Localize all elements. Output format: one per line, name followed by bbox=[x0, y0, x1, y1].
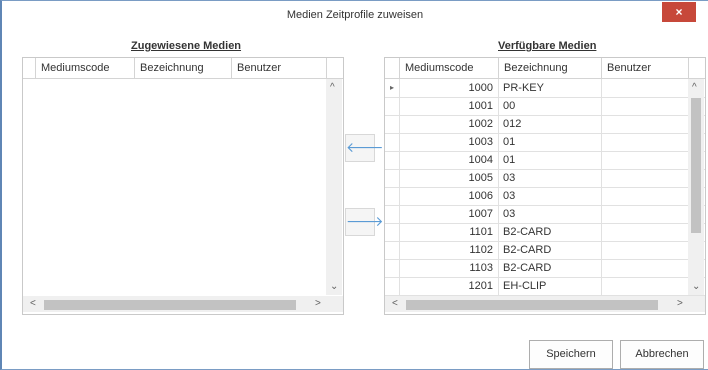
scroll-down-icon[interactable]: ⌄ bbox=[692, 281, 700, 293]
dialog-window: Medien Zeitprofile zuweisen × Zugewiesen… bbox=[0, 0, 708, 370]
cell-benutzer[interactable] bbox=[601, 205, 688, 223]
cell-mediumscode[interactable]: 1007 bbox=[399, 205, 498, 223]
move-to-assigned-button[interactable]: 🡐 bbox=[345, 134, 384, 162]
scroll-up-icon[interactable]: ^ bbox=[692, 82, 697, 94]
cell-bezeichnung[interactable]: B2-CARD bbox=[498, 259, 601, 277]
column-header-user[interactable]: Benutzer bbox=[231, 58, 326, 78]
row-selector[interactable] bbox=[385, 259, 399, 277]
assigned-media-title: Zugewiesene Medien bbox=[131, 40, 242, 52]
cancel-button[interactable]: Abbrechen bbox=[620, 340, 704, 369]
cell-bezeichnung[interactable]: 00 bbox=[498, 97, 601, 115]
cell-mediumscode[interactable]: 1005 bbox=[399, 169, 498, 187]
table-row[interactable]: 1101 B2-CARD bbox=[385, 223, 705, 242]
title-bar: Medien Zeitprofile zuweisen × bbox=[2, 1, 708, 29]
table-row[interactable]: ▸ 1000 PR-KEY bbox=[385, 79, 705, 98]
table-row[interactable]: 1003 01 bbox=[385, 133, 705, 152]
cell-bezeichnung[interactable]: PR-KEY bbox=[498, 79, 601, 97]
cell-bezeichnung[interactable]: 012 bbox=[498, 115, 601, 133]
table-row[interactable]: 1201 EH-CLIP bbox=[385, 277, 705, 296]
cell-mediumscode[interactable]: 1201 bbox=[399, 277, 498, 295]
arrow-left-icon: 🡐 bbox=[346, 139, 384, 155]
row-selector[interactable] bbox=[385, 115, 399, 133]
window-title: Medien Zeitprofile zuweisen bbox=[286, 9, 424, 21]
table-row[interactable]: 1103 B2-CARD bbox=[385, 259, 705, 278]
table-row[interactable]: 1006 03 bbox=[385, 187, 705, 206]
cell-mediumscode[interactable]: 1000 bbox=[399, 79, 498, 97]
cell-bezeichnung[interactable]: B2-CARD bbox=[498, 223, 601, 241]
scroll-up-icon[interactable]: ^ bbox=[330, 82, 335, 94]
scroll-left-icon[interactable]: < bbox=[30, 298, 36, 310]
cell-bezeichnung[interactable]: 01 bbox=[498, 151, 601, 169]
cell-bezeichnung[interactable]: 01 bbox=[498, 133, 601, 151]
cell-benutzer[interactable] bbox=[601, 133, 688, 151]
row-selector-arrow-icon[interactable]: ▸ bbox=[385, 79, 399, 97]
row-selector[interactable] bbox=[385, 187, 399, 205]
cell-benutzer[interactable] bbox=[601, 223, 688, 241]
cell-benutzer[interactable] bbox=[601, 277, 688, 295]
cell-mediumscode[interactable]: 1004 bbox=[399, 151, 498, 169]
row-selector[interactable] bbox=[385, 97, 399, 115]
horizontal-scroll-thumb[interactable] bbox=[44, 300, 296, 310]
table-row[interactable]: 1004 01 bbox=[385, 151, 705, 170]
table-row[interactable]: 1007 03 bbox=[385, 205, 705, 224]
cell-bezeichnung[interactable]: 03 bbox=[498, 187, 601, 205]
cell-benutzer[interactable] bbox=[601, 187, 688, 205]
cell-benutzer[interactable] bbox=[601, 115, 688, 133]
available-media-grid[interactable]: Mediumscode Bezeichnung Benutzer ▸ 1000 PR… bbox=[384, 57, 706, 315]
close-button[interactable]: × bbox=[662, 2, 696, 22]
row-selector[interactable] bbox=[385, 151, 399, 169]
cell-mediumscode[interactable]: 1001 bbox=[399, 97, 498, 115]
table-row[interactable]: 1102 B2-CARD bbox=[385, 241, 705, 260]
cell-bezeichnung[interactable]: EH-CLIP bbox=[498, 277, 601, 295]
cell-mediumscode[interactable]: 1103 bbox=[399, 259, 498, 277]
save-button[interactable]: Speichern bbox=[529, 340, 613, 369]
row-selector[interactable] bbox=[385, 277, 399, 295]
scroll-left-icon[interactable]: < bbox=[392, 298, 398, 310]
scroll-right-icon[interactable]: > bbox=[677, 298, 683, 310]
column-header-spacer bbox=[326, 58, 343, 78]
table-row[interactable]: 1001 00 bbox=[385, 97, 705, 116]
row-selector[interactable] bbox=[385, 133, 399, 151]
vertical-scrollbar[interactable]: ^ ⌄ bbox=[326, 79, 342, 295]
row-selector[interactable] bbox=[385, 223, 399, 241]
cell-benutzer[interactable] bbox=[601, 169, 688, 187]
horizontal-scroll-thumb[interactable] bbox=[406, 300, 658, 310]
row-selector[interactable] bbox=[385, 241, 399, 259]
cell-bezeichnung[interactable]: 03 bbox=[498, 205, 601, 223]
move-to-available-button[interactable]: 🡒 bbox=[345, 208, 384, 236]
column-header-spacer bbox=[688, 58, 705, 78]
arrow-right-icon: 🡒 bbox=[346, 213, 384, 229]
column-header-code[interactable]: Mediumscode bbox=[35, 58, 134, 78]
column-header-name[interactable]: Bezeichnung bbox=[498, 58, 601, 78]
grid-header: Mediumscode Bezeichnung Benutzer bbox=[23, 58, 343, 79]
cell-benutzer[interactable] bbox=[601, 241, 688, 259]
cell-mediumscode[interactable]: 1002 bbox=[399, 115, 498, 133]
vertical-scrollbar[interactable]: ^ ⌄ bbox=[688, 79, 704, 295]
cell-mediumscode[interactable]: 1101 bbox=[399, 223, 498, 241]
scroll-down-icon[interactable]: ⌄ bbox=[330, 281, 338, 293]
cell-mediumscode[interactable]: 1003 bbox=[399, 133, 498, 151]
column-header-code[interactable]: Mediumscode bbox=[399, 58, 498, 78]
available-media-title: Verfügbare Medien bbox=[498, 40, 597, 52]
assigned-media-grid[interactable]: Mediumscode Bezeichnung Benutzer ^ ⌄ < > bbox=[22, 57, 344, 315]
cell-benutzer[interactable] bbox=[601, 79, 688, 97]
cell-mediumscode[interactable]: 1006 bbox=[399, 187, 498, 205]
scroll-right-icon[interactable]: > bbox=[315, 298, 321, 310]
column-header-user[interactable]: Benutzer bbox=[601, 58, 688, 78]
cell-benutzer[interactable] bbox=[601, 259, 688, 277]
table-row[interactable]: 1002 012 bbox=[385, 115, 705, 134]
row-selector[interactable] bbox=[385, 205, 399, 223]
horizontal-scrollbar[interactable]: < > bbox=[23, 296, 343, 312]
column-header-name[interactable]: Bezeichnung bbox=[134, 58, 231, 78]
grid-header: Mediumscode Bezeichnung Benutzer bbox=[385, 58, 705, 79]
row-selector[interactable] bbox=[385, 169, 399, 187]
vertical-scroll-thumb[interactable] bbox=[691, 98, 701, 233]
cell-mediumscode[interactable]: 1102 bbox=[399, 241, 498, 259]
cell-bezeichnung[interactable]: 03 bbox=[498, 169, 601, 187]
table-row[interactable]: 1005 03 bbox=[385, 169, 705, 188]
horizontal-scrollbar[interactable]: < > bbox=[385, 296, 705, 312]
cell-benutzer[interactable] bbox=[601, 97, 688, 115]
cell-bezeichnung[interactable]: B2-CARD bbox=[498, 241, 601, 259]
cell-benutzer[interactable] bbox=[601, 151, 688, 169]
